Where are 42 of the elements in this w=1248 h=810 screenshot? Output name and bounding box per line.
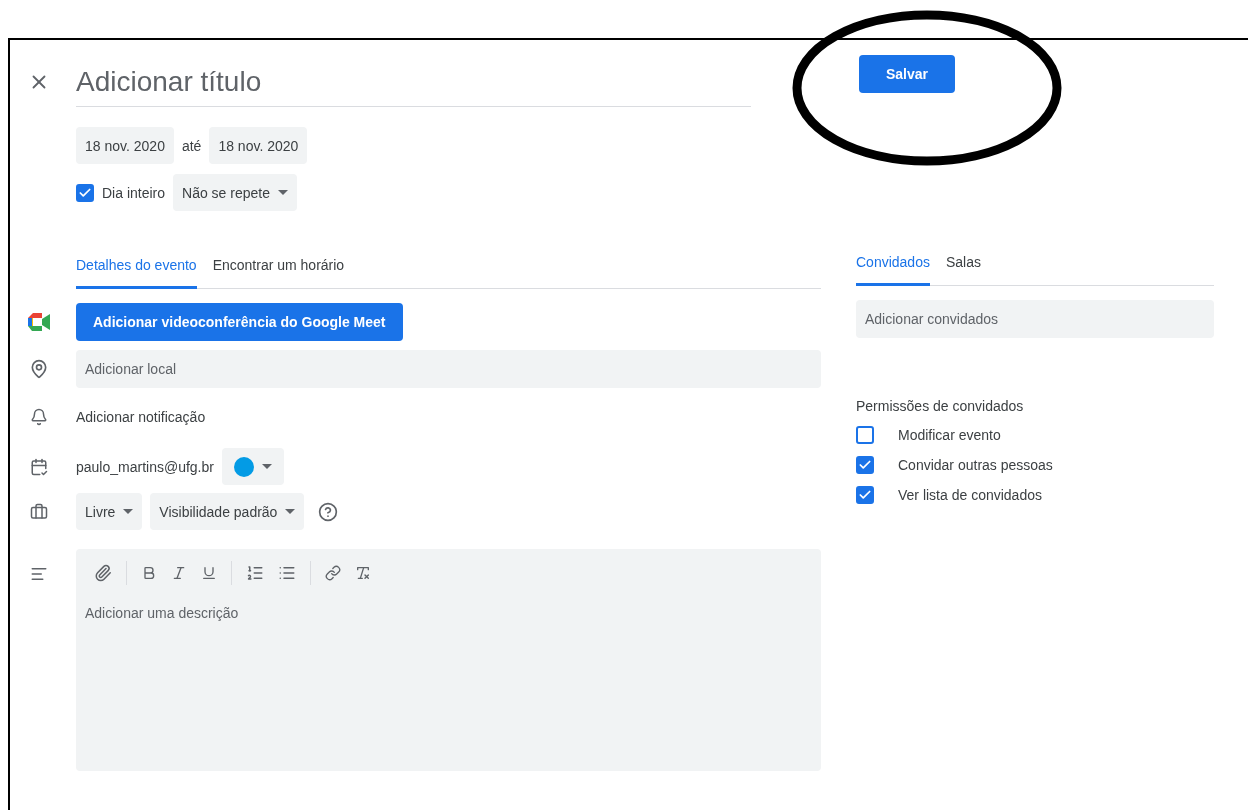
permission-checkbox[interactable] [856, 486, 874, 504]
guests-field[interactable]: Adicionar convidados [856, 300, 1214, 338]
all-day-checkbox[interactable] [76, 183, 94, 202]
location-pin-icon [29, 359, 49, 379]
permission-label: Modificar evento [898, 427, 1001, 443]
all-day-label: Dia inteiro [102, 184, 166, 201]
tab[interactable]: Detalhes do evento [76, 249, 197, 289]
description-icon [30, 565, 48, 583]
permission-checkbox[interactable] [856, 426, 874, 444]
caret-icon [278, 190, 288, 195]
tab[interactable]: Salas [945, 246, 981, 286]
availability-dropdown[interactable]: Livre [76, 493, 143, 530]
meet-button[interactable]: Adicionar videoconferência do Google Meet [76, 303, 403, 341]
title-field[interactable]: Adicionar título [76, 57, 751, 107]
caret-icon [261, 464, 272, 469]
tab[interactable]: Convidados [856, 246, 930, 286]
calendar-icon [30, 457, 48, 476]
permission-checkbox[interactable] [856, 456, 874, 474]
color-dropdown[interactable] [221, 448, 284, 485]
caret-icon [123, 509, 134, 514]
end-date[interactable]: 18 nov. 2020 [209, 127, 308, 164]
visibility-dropdown[interactable]: Visibilidade padrão [150, 493, 305, 530]
description-field[interactable]: Adicionar uma descrição [76, 585, 821, 771]
permissions-title: Permissões de convidados [856, 398, 1025, 414]
description-box[interactable]: Adicionar uma descrição [76, 549, 821, 771]
video-camera-icon [28, 313, 50, 331]
help-icon[interactable] [318, 501, 339, 522]
date-separator: até [181, 137, 202, 154]
caret-icon [285, 509, 296, 514]
location-field[interactable]: Adicionar local [76, 350, 821, 388]
start-date[interactable]: 18 nov. 2020 [76, 127, 174, 164]
checkmark-icon [858, 488, 872, 502]
bell-icon [30, 408, 48, 426]
tab[interactable]: Encontrar um horário [212, 249, 345, 289]
permission-label: Convidar outras pessoas [898, 457, 1053, 473]
permission-label: Ver lista de convidados [898, 487, 1042, 503]
save-button[interactable]: Salvar [859, 55, 955, 93]
briefcase-icon [30, 502, 48, 521]
calendar-owner: paulo_martins@ufg.br [76, 458, 214, 475]
repeat-dropdown[interactable]: Não se repete [173, 174, 297, 211]
checkmark-icon [858, 458, 872, 472]
add-notification-link[interactable]: Adicionar notificação [76, 409, 206, 425]
